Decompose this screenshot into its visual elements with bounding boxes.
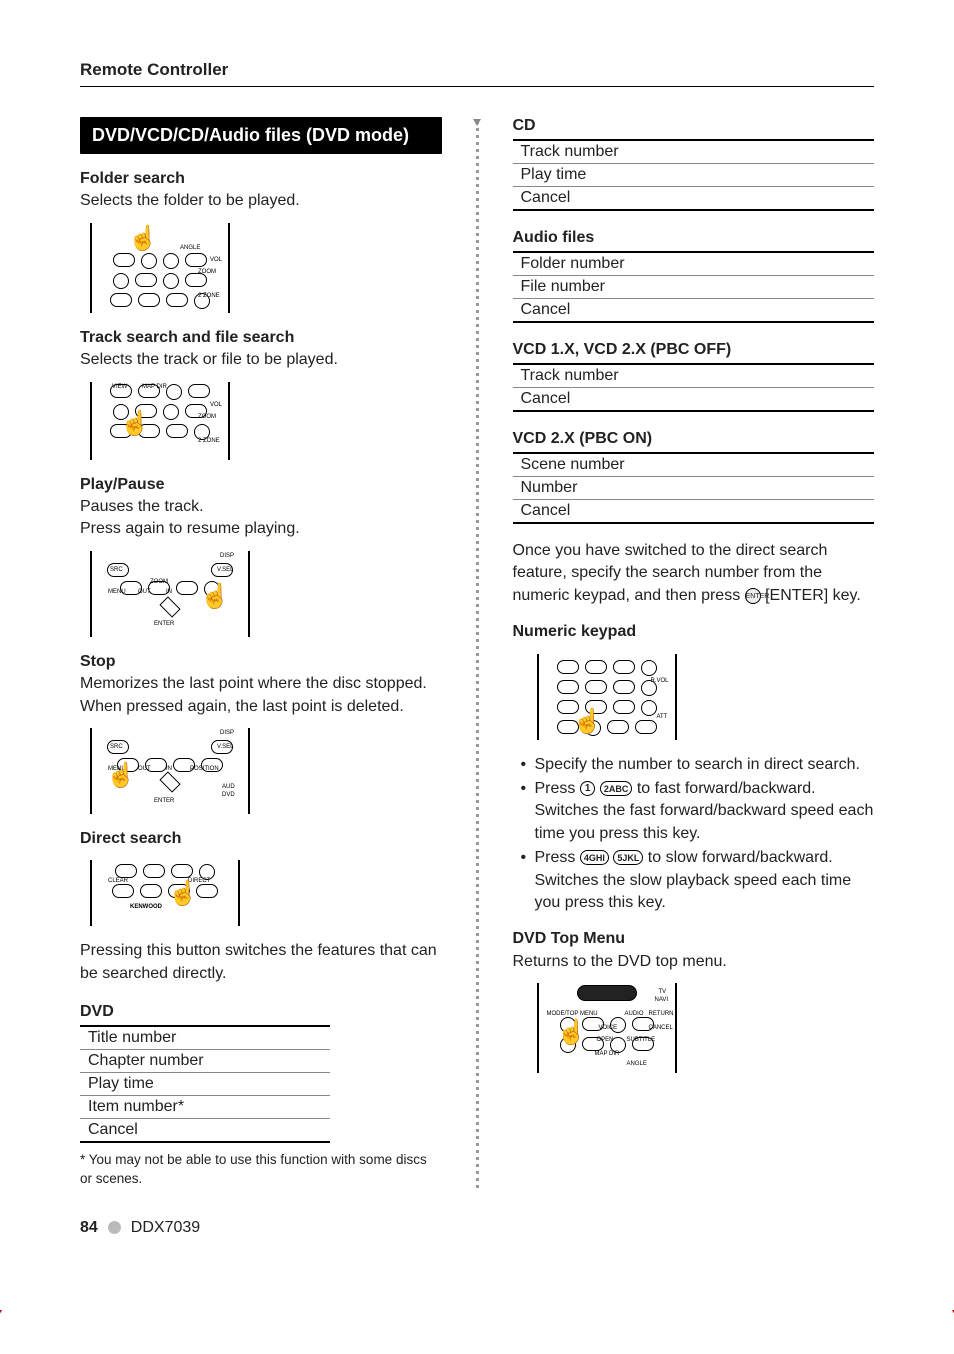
folder-search-title: Folder search	[80, 168, 442, 190]
direct-search-title: Direct search	[80, 828, 442, 850]
table-row: Item number*	[80, 1096, 330, 1119]
table-row: Play time	[80, 1073, 330, 1096]
vcd-off-table: Track number Cancel	[513, 363, 875, 412]
remote-illustration-track: VIEW MAP DIR ZOOM 2 ZONE VOL ☝	[90, 382, 230, 460]
table-row: Scene number	[513, 454, 875, 477]
remote-illustration-play: DISP SRC V.SEL MENU OUT IN ZOOM ENTER ☝	[90, 551, 250, 637]
audio-table-title: Audio files	[513, 229, 875, 247]
key-2abc-icon: 2ABC	[600, 781, 633, 796]
table-row: Cancel	[513, 388, 875, 410]
stop-desc: Memorizes the last point where the disc …	[80, 673, 442, 718]
page-header: Remote Controller	[80, 60, 874, 87]
table-row: Play time	[513, 164, 875, 187]
numeric-keypad-bullets: Specify the number to search in direct s…	[513, 754, 875, 915]
pointer-hand-icon: ☝	[106, 764, 136, 788]
vcd-on-table-title: VCD 2.X (PBC ON)	[513, 430, 875, 448]
list-item: Press 1 2ABC to fast forward/backward. S…	[521, 778, 875, 845]
enter-key-icon: ENTER	[745, 588, 761, 604]
model-label: DDX7039	[131, 1219, 200, 1237]
audio-table: Folder number File number Cancel	[513, 251, 875, 323]
dvd-top-menu-title: DVD Top Menu	[513, 928, 875, 950]
play-pause-title: Play/Pause	[80, 474, 442, 496]
table-row: File number	[513, 276, 875, 299]
table-row: Cancel	[513, 299, 875, 321]
track-search-desc: Selects the track or file to be played.	[80, 349, 442, 371]
pointer-hand-icon: ☝	[200, 585, 230, 609]
cd-table: Track number Play time Cancel	[513, 139, 875, 211]
remote-illustration-stop: DISP SRC V.SEL MENU OUT IN POSITION AUD …	[90, 728, 250, 814]
section-heading: DVD/VCD/CD/Audio files (DVD mode)	[80, 117, 442, 154]
direct-search-note: Once you have switched to the direct sea…	[513, 540, 875, 607]
play-pause-line2: Press again to resume playing.	[80, 518, 442, 540]
key-4ghi-icon: 4GHI	[580, 850, 609, 865]
vcd-off-table-title: VCD 1.X, VCD 2.X (PBC OFF)	[513, 341, 875, 359]
table-row: Cancel	[80, 1119, 330, 1141]
page-number: 84	[80, 1219, 98, 1237]
header-title: Remote Controller	[80, 60, 874, 80]
remote-illustration-topmenu: TV NAVI MODE/TOP MENU AUDIO RETURN VOICE…	[537, 983, 677, 1073]
page-footer: 84 DDX7039	[80, 1219, 874, 1237]
table-row: Cancel	[513, 500, 875, 522]
remote-illustration-folder: ANGLE ZOOM 2 ZONE VOL ☝	[90, 223, 230, 313]
vcd-on-table: Scene number Number Cancel	[513, 452, 875, 524]
footer-dot-icon	[108, 1221, 121, 1234]
table-row: Cancel	[513, 187, 875, 209]
cd-table-title: CD	[513, 117, 875, 135]
right-column: CD Track number Play time Cancel Audio f…	[513, 117, 875, 1189]
pointer-hand-icon: ☝	[168, 882, 198, 906]
play-pause-line1: Pauses the track.	[80, 496, 442, 518]
pointer-hand-icon: ☝	[557, 1021, 587, 1045]
content-columns: DVD/VCD/CD/Audio files (DVD mode) Folder…	[80, 117, 874, 1189]
pointer-hand-icon: ☝	[128, 227, 158, 251]
dvd-table: Title number Chapter number Play time It…	[80, 1025, 330, 1143]
pointer-hand-icon: ☝	[120, 412, 150, 436]
list-item: Specify the number to search in direct s…	[521, 754, 875, 776]
remote-illustration-numkey: R.VOL ATT ☝	[537, 654, 677, 740]
track-search-title: Track search and file search	[80, 327, 442, 349]
list-item: Press 4GHI 5JKL to slow forward/backward…	[521, 847, 875, 914]
table-row: Title number	[80, 1027, 330, 1050]
key-5jkl-icon: 5JKL	[613, 850, 643, 865]
key-1-icon: 1	[580, 781, 596, 796]
dvd-table-title: DVD	[80, 1003, 442, 1021]
table-row: Chapter number	[80, 1050, 330, 1073]
column-divider	[476, 121, 479, 1189]
table-row: Number	[513, 477, 875, 500]
dvd-top-menu-desc: Returns to the DVD top menu.	[513, 951, 875, 973]
pointer-hand-icon: ☝	[573, 710, 603, 734]
folder-search-desc: Selects the folder to be played.	[80, 190, 442, 212]
stop-title: Stop	[80, 651, 442, 673]
remote-illustration-direct: CLEAR DIRECT KENWOOD ☝	[90, 860, 240, 926]
left-column: DVD/VCD/CD/Audio files (DVD mode) Folder…	[80, 117, 442, 1189]
table-row: Track number	[513, 365, 875, 388]
numeric-keypad-title: Numeric keypad	[513, 621, 875, 643]
direct-search-desc: Pressing this button switches the featur…	[80, 940, 442, 985]
table-row: Folder number	[513, 253, 875, 276]
table-row: Track number	[513, 141, 875, 164]
dvd-footnote: * You may not be able to use this functi…	[80, 1151, 442, 1189]
